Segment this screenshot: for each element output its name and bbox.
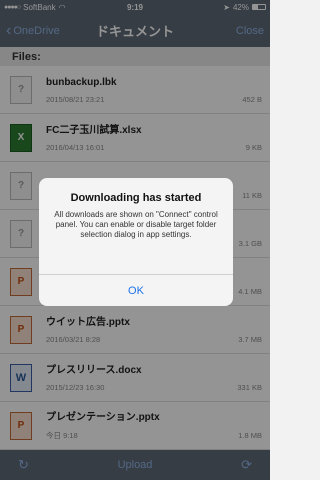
- ok-button[interactable]: OK: [39, 274, 233, 306]
- alert-message: All downloads are shown on "Connect" con…: [54, 210, 218, 239]
- download-alert-dialog: Downloading has started All downloads ar…: [39, 178, 233, 306]
- alert-title: Downloading has started: [70, 192, 202, 204]
